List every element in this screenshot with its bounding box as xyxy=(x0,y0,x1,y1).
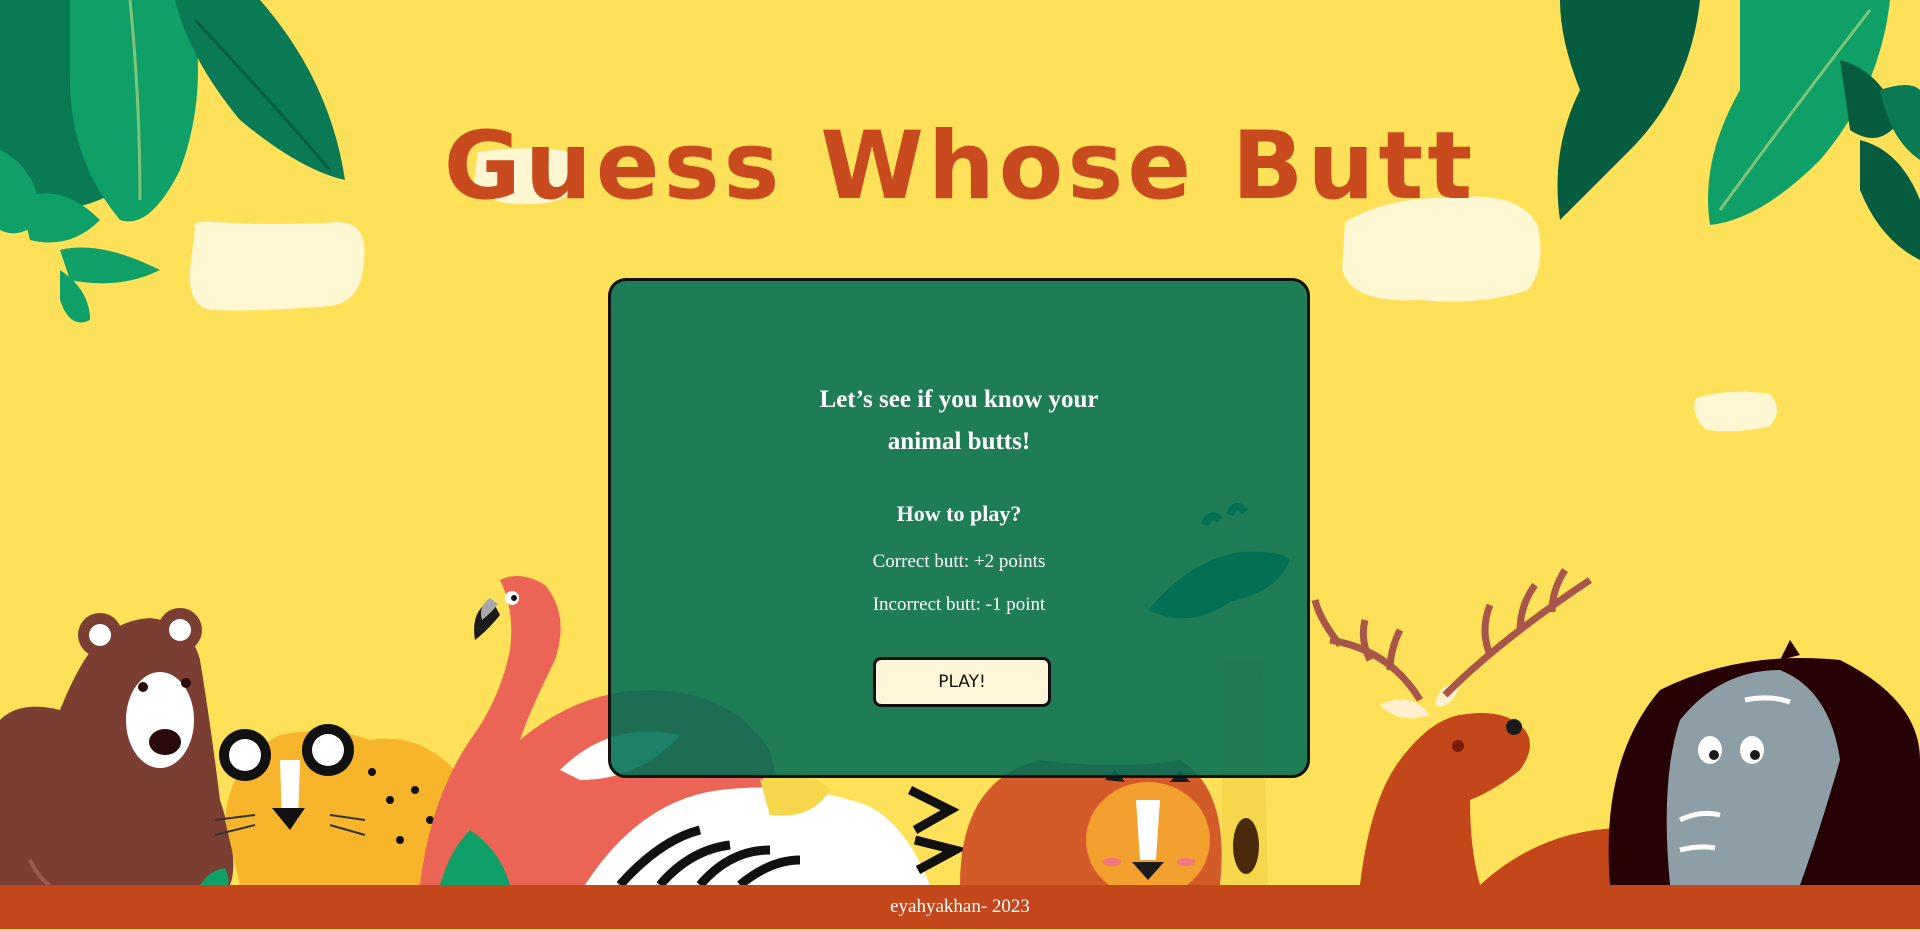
game-title: Guess Whose Butt xyxy=(443,112,1477,221)
elephant xyxy=(1608,640,1920,885)
intro-text: Let’s see if you know your animal butts! xyxy=(611,379,1307,463)
leaf xyxy=(60,247,160,284)
intro-line-1: Let’s see if you know your xyxy=(819,386,1099,413)
start-card: Let’s see if you know your animal butts!… xyxy=(608,278,1310,778)
rule-correct: Correct butt: +2 points xyxy=(872,551,1046,572)
rule-incorrect: Incorrect butt: -1 point xyxy=(872,594,1046,615)
footer-credit: eyahyakhan- 2023 xyxy=(0,885,1920,929)
deer xyxy=(1311,568,1643,885)
game-screen: Guess Whose Butt Let’s see if you know y… xyxy=(0,0,1920,931)
cloud xyxy=(189,221,365,311)
bear xyxy=(0,608,234,887)
how-to-play-heading: How to play? xyxy=(896,501,1022,526)
lion xyxy=(960,760,1222,898)
cloud xyxy=(1694,391,1777,432)
intro-line-2: animal butts! xyxy=(887,428,1031,455)
play-button[interactable]: PLAY! xyxy=(873,657,1051,707)
